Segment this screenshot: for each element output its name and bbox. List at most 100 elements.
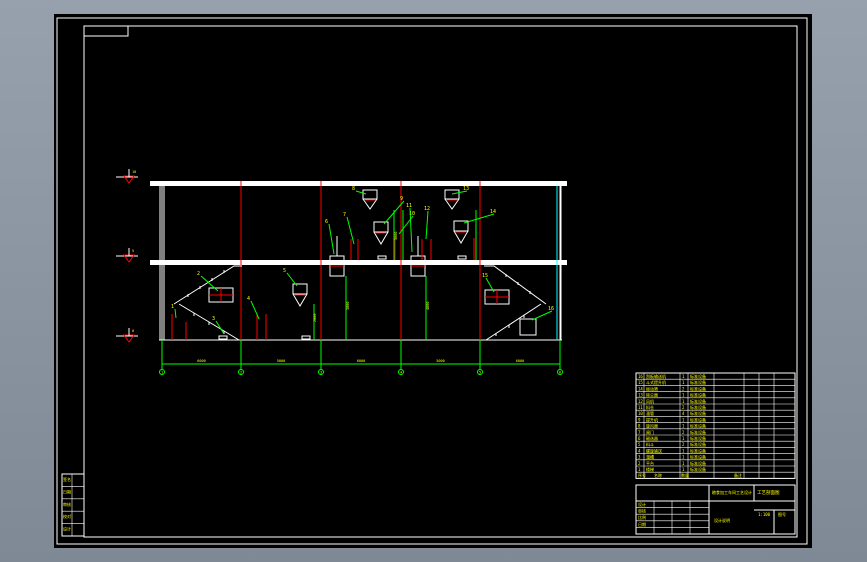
- parts-row-number: 8: [638, 424, 641, 429]
- parts-row-name: 溜槽: [646, 454, 654, 460]
- parts-row-name: 除尘器: [646, 392, 658, 398]
- parts-row-number: 14: [638, 386, 643, 391]
- parts-row-number: 7: [638, 430, 641, 435]
- level-text: 0: [132, 329, 134, 333]
- parts-row-spec: 标准设备: [690, 398, 706, 404]
- parts-header: 备注: [734, 472, 742, 478]
- parts-row-name: 料斗: [646, 441, 654, 447]
- parts-row-number: 3: [638, 455, 641, 460]
- equipment-tag-label: 3: [212, 316, 215, 322]
- level-text: 10: [132, 170, 136, 174]
- parts-row-qty: 2: [682, 430, 685, 435]
- parts-row-name: 闸门: [646, 429, 654, 435]
- axis-label: 2: [240, 371, 242, 375]
- parts-row-name: 风机: [646, 398, 654, 404]
- cad-viewport[interactable]: 123456 10 5 0 1 2 3 4 5 6 7 8 9 10 11 12…: [54, 14, 812, 548]
- hopper-5: [292, 283, 308, 307]
- level-markers: 10 5 0: [116, 169, 138, 343]
- process-pipes: [171, 238, 475, 340]
- vertical-dimension-text: 3000: [346, 302, 350, 310]
- machine-floor-b: [218, 335, 228, 340]
- equipment-tag-label: 15: [482, 273, 488, 279]
- parts-row-qty: 1: [682, 455, 685, 460]
- equipment-tag-label: 4: [247, 296, 250, 302]
- parts-row-name: 螺旋输送: [646, 447, 662, 453]
- parts-row-qty: 1: [682, 417, 685, 422]
- hopper-14: [453, 220, 469, 244]
- top-left-label-box: [83, 25, 129, 37]
- parts-row-spec: 标准设备: [690, 460, 706, 466]
- title-block-school: 设计说明: [714, 517, 730, 523]
- title-block-field: 日期: [638, 521, 646, 527]
- machine-upper-b: [457, 255, 467, 260]
- parts-row-spec: 标准设备: [690, 466, 706, 472]
- parts-row-spec: 标准设备: [690, 423, 706, 429]
- parts-row-spec: 标准设备: [690, 373, 706, 379]
- stair-left: [173, 265, 242, 341]
- equipment-box-2: [208, 287, 234, 303]
- stamp-label: 校对: [63, 513, 71, 519]
- parts-row-qty: 1: [682, 399, 685, 404]
- dimension-texts: 6000 5000 6000 5000 6000: [197, 359, 524, 363]
- parts-row-number: 1: [638, 467, 641, 472]
- parts-row-spec: 标准设备: [690, 416, 706, 422]
- parts-row-spec: 标准设备: [690, 404, 706, 410]
- equipment-tag-label: 1: [171, 304, 174, 310]
- stamp-label: 日期: [63, 488, 71, 494]
- parts-row-number: 13: [638, 393, 643, 398]
- roof-slab: [150, 181, 567, 186]
- dimension-text: 6000: [516, 359, 524, 363]
- equipment-tag-label: 2: [197, 271, 200, 277]
- parts-list-table: 16 刮板输送机 1 标准设备15 斗式提升机 1 标准设备14 振动筛 2 标准设备13 除尘器 1…: [635, 372, 796, 479]
- axis-label: 5: [479, 371, 481, 375]
- equipment-tag: 6: [325, 219, 335, 255]
- vertical-dimension-text: 4000: [426, 302, 430, 310]
- equipment-tag-label: 6: [325, 219, 328, 225]
- hopper-8: [362, 189, 378, 210]
- title-block: 粮食加工车间工艺设计 工艺剖面图设计说明 1:100 图号 设计审核比例日期: [635, 484, 796, 535]
- parts-row-name: 旋风器: [646, 423, 658, 429]
- title-block-field: 审核: [638, 508, 646, 514]
- dimension-text: 6000: [197, 359, 205, 363]
- parts-row-number: 2: [638, 461, 641, 466]
- parts-row-spec: 标准设备: [690, 392, 706, 398]
- title-block-field: 设计: [638, 501, 646, 507]
- axis-label: 6: [559, 371, 561, 375]
- equipment-tag-label: 11: [406, 203, 412, 209]
- left-signature-stamp: 签名日期审核校对设计: [61, 473, 85, 537]
- dimension-text: 6000: [357, 359, 365, 363]
- title-block-scale: 1:100: [758, 512, 771, 517]
- hopper-9: [373, 221, 389, 245]
- parts-row-name: 平台: [646, 460, 654, 466]
- axis-grid: 1 2 3 4 5 6: [159, 340, 563, 375]
- equipment-tag-label: 13: [463, 186, 469, 192]
- parts-row-number: 4: [638, 448, 641, 453]
- parts-row-qty: 1: [682, 436, 685, 441]
- parts-row-spec: 标准设备: [690, 441, 706, 447]
- parts-row-qty: 1: [682, 448, 685, 453]
- elevator-right: [410, 236, 426, 277]
- parts-row-name: 溜管: [646, 410, 654, 416]
- stamp-label: 审核: [63, 501, 71, 507]
- parts-row-spec: 标准设备: [690, 435, 706, 441]
- parts-row-spec: 标准设备: [690, 429, 706, 435]
- axis-label: 3: [320, 371, 322, 375]
- parts-row-spec: 标准设备: [690, 447, 706, 453]
- vertical-dimension-text: 3000: [394, 232, 398, 240]
- parts-row-name: 磁选器: [646, 435, 658, 441]
- process-pipes-green: [313, 210, 477, 340]
- parts-row-spec: 标准设备: [690, 385, 706, 391]
- dimension-text: 5000: [436, 359, 444, 363]
- title-block-sheet: 图号: [778, 511, 786, 517]
- parts-header: 数量: [681, 472, 689, 478]
- title-block-project: 粮食加工车间工艺设计: [712, 489, 752, 495]
- axis-label: 1: [161, 371, 163, 375]
- parts-row-spec: 标准设备: [690, 379, 706, 385]
- parts-row-number: 11: [638, 405, 643, 410]
- cad-drawing: 123456 1050 1234567891011 1213141516 200…: [56, 17, 808, 545]
- parts-row-qty: 4: [682, 411, 685, 416]
- machine-16: [519, 318, 537, 336]
- parts-row-number: 12: [638, 399, 643, 404]
- vertical-dimension-texts: 2000 3000 4000 3000: [313, 232, 430, 322]
- parts-row-name: 振动筛: [646, 385, 658, 391]
